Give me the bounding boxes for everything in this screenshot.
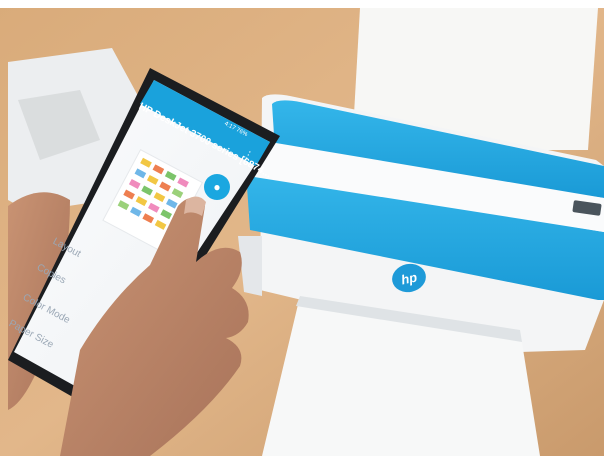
hp-logo-text: hp bbox=[399, 269, 419, 287]
photo-frame: HP DeskJet 3700 series [6874... 4:17 76%… bbox=[0, 0, 604, 456]
print-icon: ● bbox=[213, 180, 221, 194]
top-border bbox=[0, 0, 604, 8]
print-button[interactable]: ● bbox=[204, 174, 230, 200]
photo-scene bbox=[0, 0, 604, 456]
